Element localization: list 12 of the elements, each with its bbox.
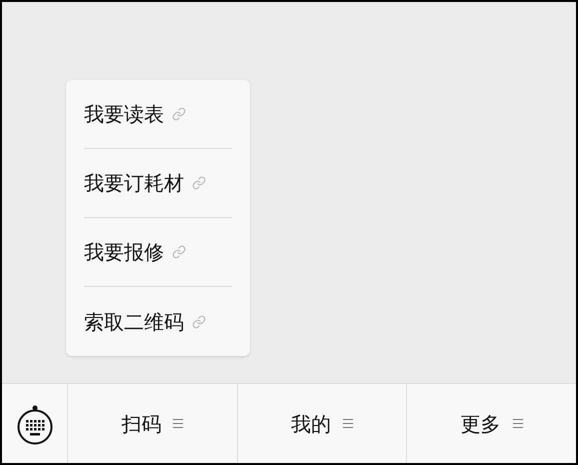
- menu-icon: [173, 418, 184, 429]
- menu-item[interactable]: 索取二维码: [84, 287, 232, 356]
- menu-item[interactable]: 我要订耗材: [84, 149, 232, 218]
- menu-icon: [512, 418, 523, 429]
- menu-icon: [343, 418, 353, 429]
- keyboard-icon[interactable]: [16, 402, 54, 444]
- link-icon: [192, 176, 206, 190]
- menu-item[interactable]: 我要读表: [84, 80, 232, 149]
- link-icon: [192, 314, 206, 328]
- link-icon: [172, 245, 186, 259]
- link-icon: [172, 107, 186, 121]
- menu-item[interactable]: 我要报修: [84, 218, 232, 287]
